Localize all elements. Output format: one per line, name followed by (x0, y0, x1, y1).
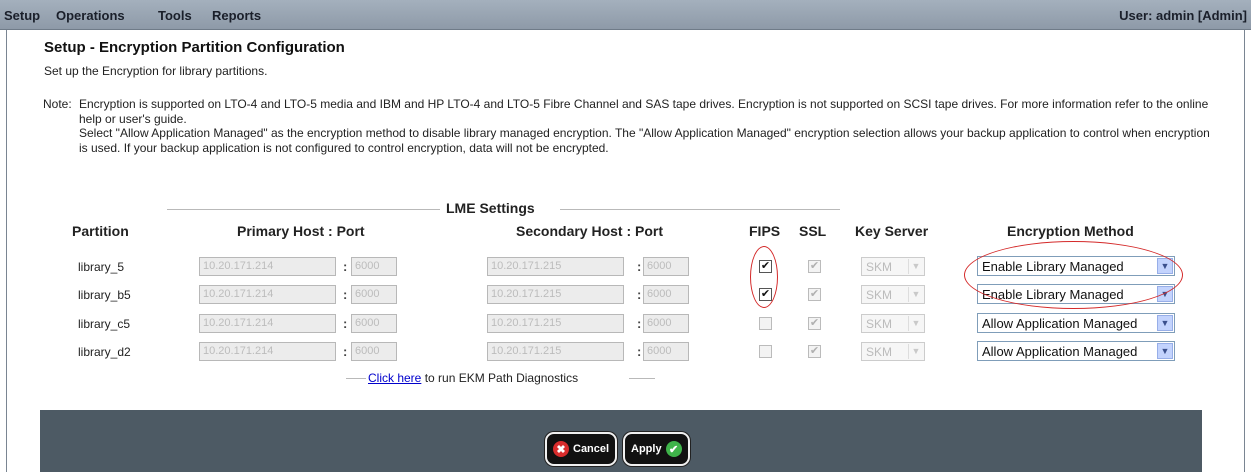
primary-port-field[interactable]: 6000 (351, 285, 397, 304)
port-separator: : (637, 316, 642, 331)
key-server-value: SKM (866, 288, 893, 302)
menu-setup[interactable]: Setup (4, 8, 40, 23)
chevron-down-icon: ▼ (1157, 315, 1173, 331)
primary-host-field[interactable]: 10.20.171.214 (199, 342, 336, 361)
encryption-method-select[interactable]: Allow Application Managed ▼ (977, 341, 1175, 361)
fips-checkbox[interactable] (759, 317, 772, 330)
secondary-host-field[interactable]: 10.20.171.215 (487, 285, 624, 304)
chevron-down-icon: ▼ (908, 316, 923, 331)
diag-divider-left (346, 378, 366, 379)
primary-port-field[interactable]: 6000 (351, 314, 397, 333)
chevron-down-icon: ▼ (908, 344, 923, 359)
primary-host-field[interactable]: 10.20.171.214 (199, 314, 336, 333)
partition-name: library_5 (78, 260, 125, 274)
note-line-2: Select "Allow Application Managed" as th… (79, 126, 1210, 155)
encryption-method-value: Allow Application Managed (982, 316, 1138, 331)
checkmark-icon: ✔ (665, 441, 682, 457)
col-primary-host: Primary Host : Port (237, 223, 365, 239)
port-separator: : (637, 344, 642, 359)
port-separator: : (637, 287, 642, 302)
page-subtitle: Set up the Encryption for library partit… (44, 64, 268, 78)
port-separator: : (343, 344, 348, 359)
key-server-select[interactable]: SKM ▼ (861, 342, 925, 361)
ssl-checkbox[interactable]: ✔ (808, 288, 821, 301)
cancel-button[interactable]: ✖ Cancel (545, 432, 618, 466)
note-line-1: Encryption is supported on LTO-4 and LTO… (79, 97, 1209, 126)
chevron-down-icon: ▼ (908, 259, 923, 274)
primary-port-field[interactable]: 6000 (351, 257, 397, 276)
col-encryption-method: Encryption Method (1007, 223, 1134, 239)
fips-checkbox[interactable] (759, 345, 772, 358)
menu-operations[interactable]: Operations (56, 8, 125, 23)
primary-host-field[interactable]: 10.20.171.214 (199, 257, 336, 276)
ssl-checkbox[interactable]: ✔ (808, 345, 821, 358)
secondary-host-field[interactable]: 10.20.171.215 (487, 257, 624, 276)
menu-tools[interactable]: Tools (158, 8, 192, 23)
port-separator: : (637, 259, 642, 274)
primary-port-field[interactable]: 6000 (351, 342, 397, 361)
apply-button-label: Apply (631, 443, 662, 455)
secondary-host-field[interactable]: 10.20.171.215 (487, 314, 624, 333)
menu-bar: Setup Operations Tools Reports User: adm… (0, 0, 1251, 30)
lme-settings-title: LME Settings (440, 200, 541, 216)
diagnostics-text: to run EKM Path Diagnostics (421, 371, 579, 385)
secondary-port-field[interactable]: 6000 (643, 314, 689, 333)
key-server-value: SKM (866, 317, 893, 331)
note-text: Encryption is supported on LTO-4 and LTO… (79, 97, 1214, 155)
lme-divider-right (560, 209, 840, 210)
ssl-checkbox[interactable]: ✔ (808, 317, 821, 330)
secondary-port-field[interactable]: 6000 (643, 285, 689, 304)
diag-divider-right (629, 378, 655, 379)
encryption-method-select[interactable]: Allow Application Managed ▼ (977, 313, 1175, 333)
menu-reports[interactable]: Reports (212, 8, 261, 23)
key-server-value: SKM (866, 260, 893, 274)
port-separator: : (343, 259, 348, 274)
encryption-method-value: Allow Application Managed (982, 344, 1138, 359)
secondary-host-field[interactable]: 10.20.171.215 (487, 342, 624, 361)
fips-highlight-annotation (750, 246, 778, 308)
primary-host-field[interactable]: 10.20.171.214 (199, 285, 336, 304)
cancel-icon: ✖ (553, 441, 569, 457)
lme-divider-left (167, 209, 447, 210)
secondary-port-field[interactable]: 6000 (643, 257, 689, 276)
encryption-method-highlight-annotation (964, 241, 1183, 309)
diagnostics-line: Click here to run EKM Path Diagnostics (368, 371, 578, 385)
note-label: Note: (43, 97, 72, 111)
partition-name: library_c5 (78, 317, 131, 331)
partition-name: library_d2 (78, 345, 131, 359)
ssl-checkbox[interactable]: ✔ (808, 260, 821, 273)
col-fips: FIPS (749, 223, 781, 239)
cancel-button-label: Cancel (573, 443, 610, 455)
col-secondary-host: Secondary Host : Port (516, 223, 664, 239)
key-server-select[interactable]: SKM ▼ (861, 257, 925, 276)
partition-name: library_b5 (78, 288, 131, 302)
chevron-down-icon: ▼ (908, 287, 923, 302)
key-server-value: SKM (866, 345, 893, 359)
port-separator: : (343, 316, 348, 331)
chevron-down-icon: ▼ (1157, 343, 1173, 359)
key-server-select[interactable]: SKM ▼ (861, 285, 925, 304)
user-label: User: admin [Admin] (1119, 8, 1247, 23)
secondary-port-field[interactable]: 6000 (643, 342, 689, 361)
col-partition: Partition (72, 223, 129, 239)
button-footer (40, 410, 1202, 472)
col-ssl: SSL (799, 223, 827, 239)
apply-button[interactable]: Apply ✔ (623, 432, 690, 466)
ekm-diagnostics-link[interactable]: Click here (368, 371, 421, 385)
page-title: Setup - Encryption Partition Configurati… (44, 39, 345, 56)
key-server-select[interactable]: SKM ▼ (861, 314, 925, 333)
port-separator: : (343, 287, 348, 302)
col-key-server: Key Server (855, 223, 929, 239)
